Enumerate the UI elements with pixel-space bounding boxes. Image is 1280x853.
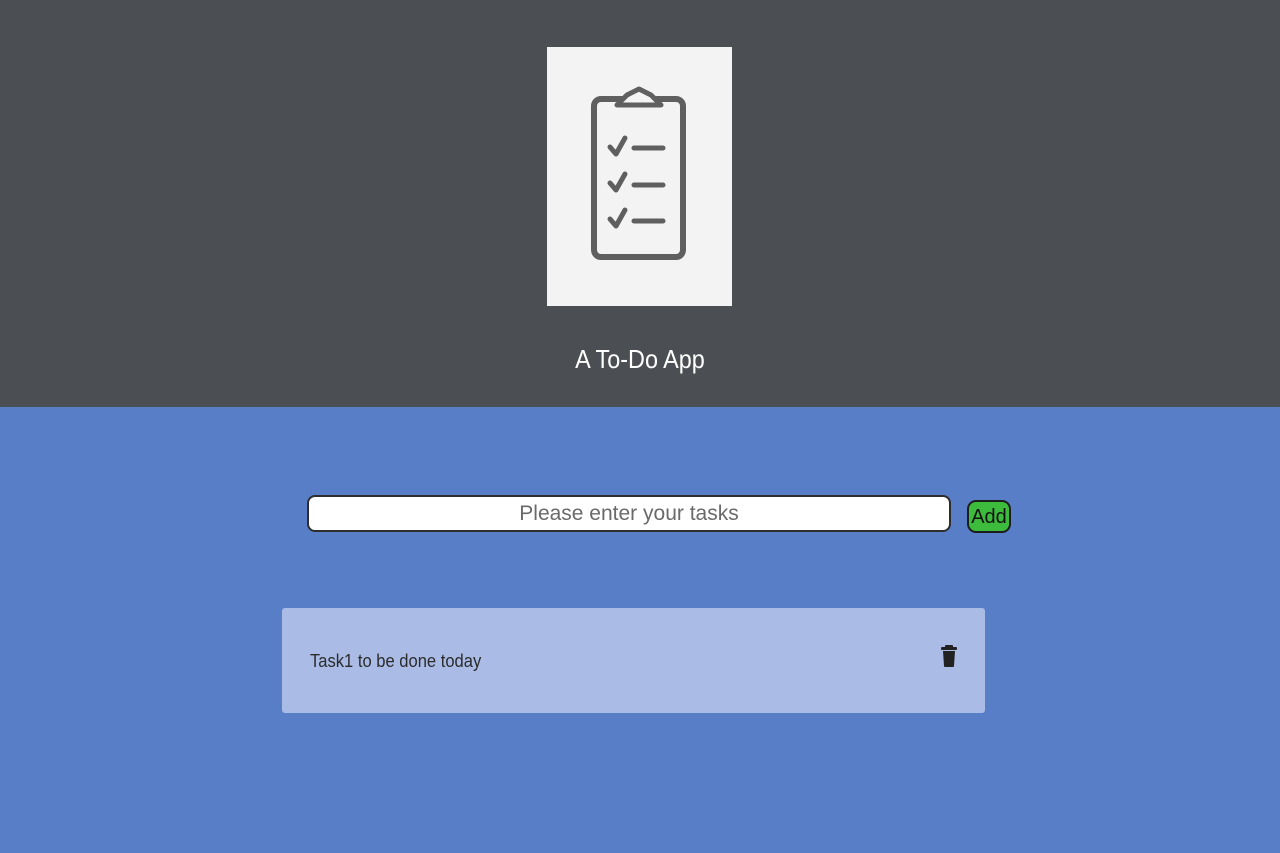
clipboard-checklist-icon <box>591 86 686 260</box>
trash-icon[interactable] <box>940 645 958 667</box>
app-logo <box>547 47 732 306</box>
task-item: Task1 to be done today <box>282 608 985 713</box>
app-title: A To-Do App <box>575 344 705 374</box>
task-text: Task1 to be done today <box>310 651 482 671</box>
add-button[interactable]: Add <box>967 500 1011 533</box>
app-header: A To-Do App <box>0 0 1280 407</box>
task-input[interactable] <box>307 495 951 532</box>
